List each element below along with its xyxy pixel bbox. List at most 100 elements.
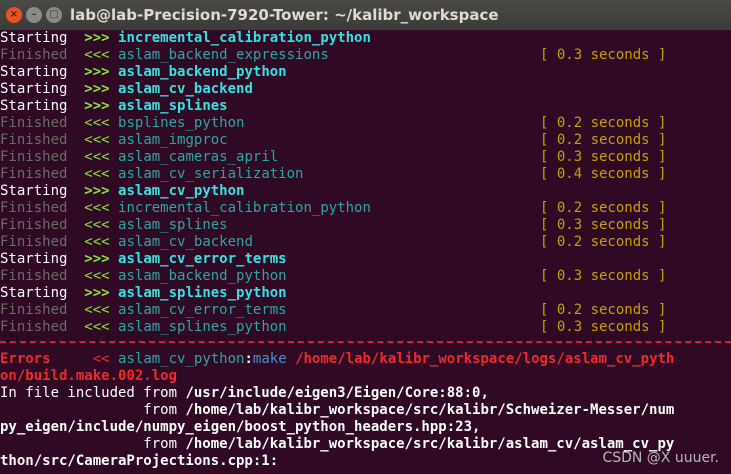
build-status: Starting bbox=[0, 183, 68, 199]
build-arrow: <<< bbox=[84, 132, 110, 148]
window-title: lab@lab-Precision-7920-Tower: ~/kalibr_w… bbox=[70, 6, 499, 24]
build-status: Finished bbox=[0, 149, 68, 165]
error-line: Errors << aslam_cv_python:make /home/lab… bbox=[0, 351, 674, 368]
build-package: aslam_backend_python bbox=[118, 268, 287, 284]
build-package: aslam_splines bbox=[118, 98, 228, 114]
build-line: Finished <<< aslam_imgproc [ 0.2 seconds … bbox=[0, 132, 666, 149]
terminal-output[interactable]: Starting >>> incremental_calibration_pyt… bbox=[0, 30, 731, 474]
build-arrow: <<< bbox=[84, 234, 110, 250]
build-time: [ 0.3 seconds ] bbox=[540, 268, 667, 284]
build-status: Finished bbox=[0, 302, 68, 318]
watermark: CSDN @X uuuer. bbox=[602, 450, 719, 466]
build-status: Finished bbox=[0, 132, 68, 148]
error-label: Errors bbox=[0, 351, 51, 367]
output-line: py_eigen/include/numpy_eigen/boost_pytho… bbox=[0, 419, 480, 436]
minimize-icon[interactable]: – bbox=[26, 7, 42, 23]
error-colon: : bbox=[244, 351, 253, 367]
build-time: [ 0.2 seconds ] bbox=[540, 115, 667, 131]
build-arrow: <<< bbox=[84, 302, 110, 318]
build-time: [ 0.4 seconds ] bbox=[540, 166, 667, 182]
build-line: Finished <<< aslam_cameras_april [ 0.3 se… bbox=[0, 149, 666, 166]
build-package: aslam_backend_expressions bbox=[118, 47, 329, 63]
build-status: Finished bbox=[0, 319, 68, 335]
build-time: [ 0.2 seconds ] bbox=[540, 200, 667, 216]
build-status: Starting bbox=[0, 251, 68, 267]
error-separator bbox=[0, 341, 731, 343]
build-package: aslam_cv_serialization bbox=[118, 166, 304, 182]
build-status: Starting bbox=[0, 81, 68, 97]
build-line: Starting >>> aslam_cv_backend bbox=[0, 81, 253, 98]
build-arrow: <<< bbox=[84, 200, 110, 216]
build-arrow: <<< bbox=[84, 149, 110, 165]
build-arrow: <<< bbox=[84, 319, 110, 335]
maximize-icon[interactable]: □ bbox=[46, 7, 62, 23]
build-arrow: >>> bbox=[84, 81, 110, 97]
output-path: thon/src/CameraProjections.cpp:1: bbox=[0, 453, 279, 469]
build-package: incremental_calibration_python bbox=[118, 200, 371, 216]
output-path: /home/lab/kalibr_workspace/src/kalibr/as… bbox=[185, 436, 675, 452]
build-time: [ 0.3 seconds ] bbox=[540, 149, 667, 165]
build-status: Starting bbox=[0, 98, 68, 114]
output-line: from /home/lab/kalibr_workspace/src/kali… bbox=[0, 436, 674, 453]
build-package: aslam_cv_python bbox=[118, 183, 245, 199]
build-line: Finished <<< bsplines_python [ 0.2 second… bbox=[0, 115, 666, 132]
build-line: Starting >>> aslam_backend_python bbox=[0, 64, 287, 81]
error-log-path-cont: on/build.make.002.log bbox=[0, 368, 178, 384]
close-icon[interactable]: × bbox=[6, 7, 22, 23]
build-line: Starting >>> incremental_calibration_pyt… bbox=[0, 30, 371, 47]
output-line: In file included from /usr/include/eigen… bbox=[0, 385, 489, 402]
build-arrow: >>> bbox=[84, 183, 110, 199]
error-package: aslam_cv_python bbox=[118, 351, 245, 367]
output-path: /usr/include/eigen3/Eigen/Core:88:0, bbox=[185, 385, 489, 401]
build-time: [ 0.2 seconds ] bbox=[540, 302, 667, 318]
build-line: Finished <<< aslam_cv_backend [ 0.2 secon… bbox=[0, 234, 666, 251]
build-package: aslam_imgproc bbox=[118, 132, 228, 148]
build-arrow: >>> bbox=[84, 30, 110, 46]
build-line: Finished <<< aslam_cv_serialization [ 0.4… bbox=[0, 166, 666, 183]
build-arrow: >>> bbox=[84, 251, 110, 267]
build-arrow: >>> bbox=[84, 285, 110, 301]
build-line: Starting >>> aslam_cv_python bbox=[0, 183, 244, 200]
build-package: bsplines_python bbox=[118, 115, 245, 131]
build-line: Starting >>> aslam_splines bbox=[0, 98, 228, 115]
build-package: aslam_splines_python bbox=[118, 319, 287, 335]
build-status: Finished bbox=[0, 268, 68, 284]
build-arrow: <<< bbox=[84, 268, 110, 284]
build-line: Finished <<< aslam_backend_expressions [ … bbox=[0, 47, 666, 64]
build-time: [ 0.2 seconds ] bbox=[540, 234, 667, 250]
build-package: incremental_calibration_python bbox=[118, 30, 371, 46]
error-log-path: /home/lab/kalibr_workspace/logs/aslam_cv… bbox=[295, 351, 675, 367]
build-arrow: >>> bbox=[84, 98, 110, 114]
output-line: thon/src/CameraProjections.cpp:1: bbox=[0, 453, 278, 470]
build-time: [ 0.3 seconds ] bbox=[540, 319, 667, 335]
build-package: aslam_backend_python bbox=[118, 64, 287, 80]
build-line: Finished <<< aslam_backend_python [ 0.3 s… bbox=[0, 268, 666, 285]
build-status: Finished bbox=[0, 166, 68, 182]
error-target: make bbox=[252, 351, 287, 367]
build-line: Starting >>> aslam_cv_error_terms bbox=[0, 251, 287, 268]
build-arrow: <<< bbox=[84, 217, 110, 233]
build-package: aslam_splines_python bbox=[118, 285, 287, 301]
build-status: Finished bbox=[0, 47, 68, 63]
build-package: aslam_cv_error_terms bbox=[118, 251, 287, 267]
build-status: Finished bbox=[0, 234, 68, 250]
error-arrow: << bbox=[92, 351, 110, 367]
build-time: [ 0.3 seconds ] bbox=[540, 217, 667, 233]
build-time: [ 0.2 seconds ] bbox=[540, 132, 667, 148]
output-path: py_eigen/include/numpy_eigen/boost_pytho… bbox=[0, 419, 481, 435]
build-status: Finished bbox=[0, 200, 68, 216]
output-prefix: from bbox=[0, 436, 186, 452]
build-line: Finished <<< aslam_splines [ 0.3 seconds … bbox=[0, 217, 666, 234]
build-package: aslam_cameras_april bbox=[118, 149, 279, 165]
build-package: aslam_cv_backend bbox=[118, 234, 253, 250]
build-arrow: >>> bbox=[84, 64, 110, 80]
build-status: Starting bbox=[0, 64, 68, 80]
build-status: Starting bbox=[0, 285, 68, 301]
window-titlebar[interactable]: × – □ lab@lab-Precision-7920-Tower: ~/ka… bbox=[0, 0, 731, 30]
build-package: aslam_cv_error_terms bbox=[118, 302, 287, 318]
build-arrow: <<< bbox=[84, 166, 110, 182]
build-line: Finished <<< aslam_splines_python [ 0.3 s… bbox=[0, 319, 666, 336]
build-line: Starting >>> aslam_splines_python bbox=[0, 285, 287, 302]
output-prefix: from bbox=[0, 402, 186, 418]
build-package: aslam_splines bbox=[118, 217, 228, 233]
